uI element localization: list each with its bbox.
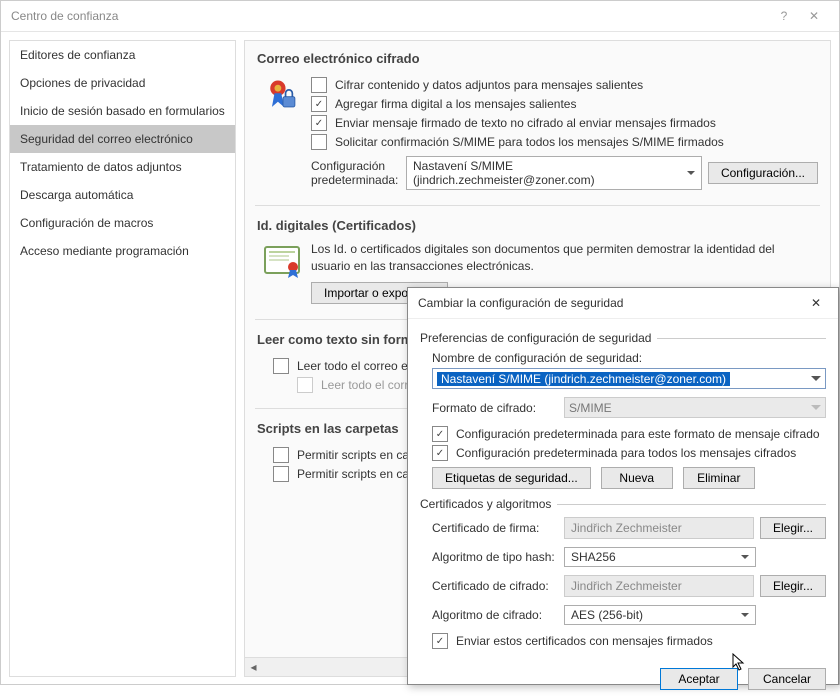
format-select: S/MIME [564,397,826,418]
chevron-down-icon [811,376,821,386]
default-config-value: Nastavení S/MIME (jindrich.zechmeister@z… [413,159,687,187]
sidebar-item-form-signin[interactable]: Inicio de sesión basado en formularios [10,97,235,125]
ok-button[interactable]: Aceptar [660,668,738,690]
close-button[interactable]: ✕ [799,9,829,23]
ids-description: Los Id. o certificados digitales son doc… [311,241,818,276]
new-button[interactable]: Nueva [601,467,673,489]
dialog-titlebar: Cambiar la configuración de seguridad ✕ [408,288,838,319]
opt-label: Enviar mensaje firmado de texto no cifra… [335,116,716,130]
enc-alg-label: Algoritmo de cifrado: [432,608,564,622]
hash-alg-select[interactable]: SHA256 [564,547,756,567]
chevron-down-icon [811,405,821,415]
checkbox-read-signed-plain [297,377,313,393]
scroll-left-icon[interactable]: ◂ [245,660,262,674]
certificate-icon [263,245,303,279]
opt-label: Solicitar confirmación S/MIME para todos… [335,135,724,149]
enc-cert-label: Certificado de cifrado: [432,579,564,593]
divider [255,205,820,206]
opt-label: Cifrar contenido y datos adjuntos para m… [335,78,643,92]
checkbox-default-for-format[interactable] [432,426,448,442]
titlebar: Centro de confianza ? ✕ [1,1,839,32]
trust-center-window: Centro de confianza ? ✕ Editores de conf… [0,0,840,685]
sidebar-item-privacy[interactable]: Opciones de privacidad [10,69,235,97]
enc-cert-value: Jindřich Zechmeister [564,575,754,597]
sidebar-item-email-security[interactable]: Seguridad del correo electrónico [10,125,235,153]
config-name-value: Nastavení S/MIME (jindrich.zechmeister@z… [437,372,730,386]
divider [557,504,826,505]
sidebar-item-programmatic[interactable]: Acceso mediante programación [10,237,235,265]
format-label: Formato de cifrado: [432,401,564,415]
sidebar-item-trusted-publishers[interactable]: Editores de confianza [10,41,235,69]
checkbox-add-signature[interactable] [311,96,327,112]
config-button[interactable]: Configuración... [708,162,818,184]
hash-alg-value: SHA256 [571,550,616,564]
opt-label: Agregar firma digital a los mensajes sal… [335,97,576,111]
enc-alg-select[interactable]: AES (256-bit) [564,605,756,625]
opt-label: Configuración predeterminada para este f… [456,427,820,441]
checkbox-encrypt-outgoing[interactable] [311,77,327,93]
default-config-select[interactable]: Nastavení S/MIME (jindrich.zechmeister@z… [406,156,702,190]
checkbox-scripts-shared[interactable] [273,447,289,463]
chevron-down-icon [741,613,749,621]
sidebar-item-macros[interactable]: Configuración de macros [10,209,235,237]
security-labels-button[interactable]: Etiquetas de seguridad... [432,467,591,489]
ribbon-lock-icon [263,78,303,112]
sign-cert-label: Certificado de firma: [432,521,564,535]
enc-alg-value: AES (256-bit) [571,608,643,622]
certs-heading: Certificados y algoritmos [420,497,551,511]
divider [657,338,826,339]
choose-sign-cert-button[interactable]: Elegir... [760,517,826,539]
hash-alg-label: Algoritmo de tipo hash: [432,550,564,564]
checkbox-smime-receipt[interactable] [311,134,327,150]
checkbox-default-all[interactable] [432,445,448,461]
group-encrypted-mail: Correo electrónico cifrado [245,43,830,70]
default-config-label: Configuración predeterminada: [311,159,406,187]
config-name-label: Nombre de configuración de seguridad: [432,351,826,365]
security-prefs-heading: Preferencias de configuración de segurid… [420,331,651,345]
sign-cert-value: Jindřich Zechmeister [564,517,754,539]
sidebar: Editores de confianza Opciones de privac… [9,40,236,677]
format-value: S/MIME [569,401,612,415]
checkbox-send-certs[interactable] [432,633,448,649]
security-settings-dialog: Cambiar la configuración de seguridad ✕ … [407,287,839,685]
config-name-select[interactable]: Nastavení S/MIME (jindrich.zechmeister@z… [432,368,826,389]
dialog-title: Cambiar la configuración de seguridad [418,296,804,310]
encrypted-section: Cifrar contenido y datos adjuntos para m… [245,70,830,203]
group-digital-ids: Id. digitales (Certificados) [245,210,830,237]
dialog-body: Preferencias de configuración de segurid… [408,319,838,658]
opt-label: Enviar estos certificados con mensajes f… [456,634,713,648]
help-button[interactable]: ? [769,9,799,23]
sidebar-item-attachments[interactable]: Tratamiento de datos adjuntos [10,153,235,181]
opt-label: Configuración predeterminada para todos … [456,446,796,460]
window-title: Centro de confianza [11,9,769,23]
cancel-button[interactable]: Cancelar [748,668,826,690]
checkbox-cleartext-signed[interactable] [311,115,327,131]
chevron-down-icon [741,555,749,563]
chevron-down-icon [687,171,695,179]
sidebar-item-auto-download[interactable]: Descarga automática [10,181,235,209]
checkbox-scripts-public[interactable] [273,466,289,482]
dialog-close-button[interactable]: ✕ [804,296,828,310]
delete-button[interactable]: Eliminar [683,467,755,489]
checkbox-read-plain[interactable] [273,358,289,374]
dialog-footer: Aceptar Cancelar [408,658,838,700]
choose-enc-cert-button[interactable]: Elegir... [760,575,826,597]
